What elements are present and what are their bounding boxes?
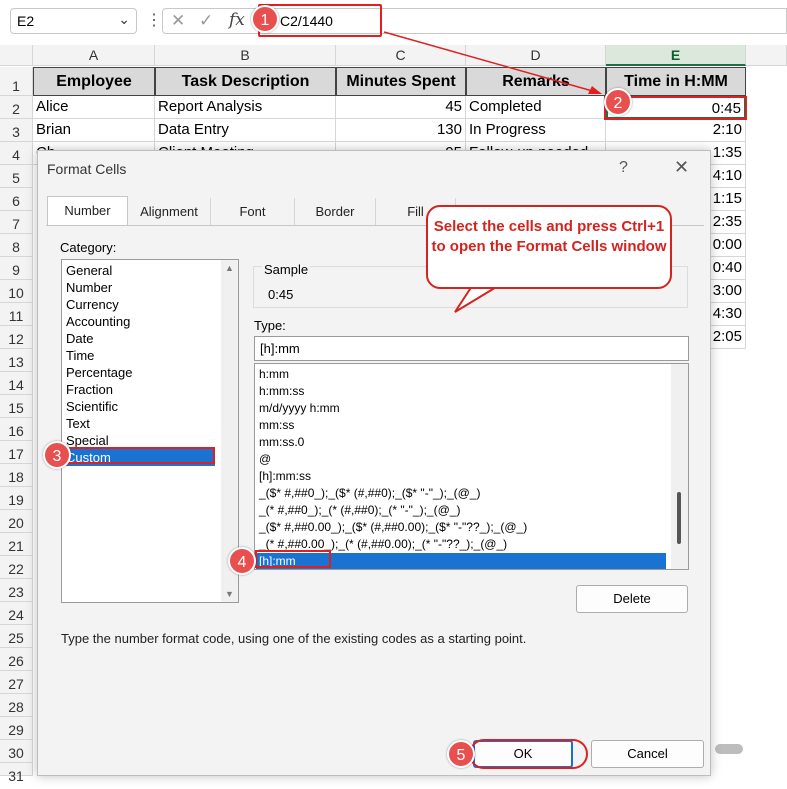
- step-badge: 2: [604, 88, 632, 116]
- step-badge: 4: [228, 547, 256, 575]
- step-badge: 3: [43, 441, 71, 469]
- callout-pointer: [454, 285, 502, 313]
- step-badge: 5: [447, 740, 475, 768]
- step-badge: 1: [251, 5, 279, 33]
- callout-text: Select the cells and press Ctrl+1 to ope…: [431, 218, 667, 255]
- instruction-callout: Select the cells and press Ctrl+1 to ope…: [426, 205, 672, 289]
